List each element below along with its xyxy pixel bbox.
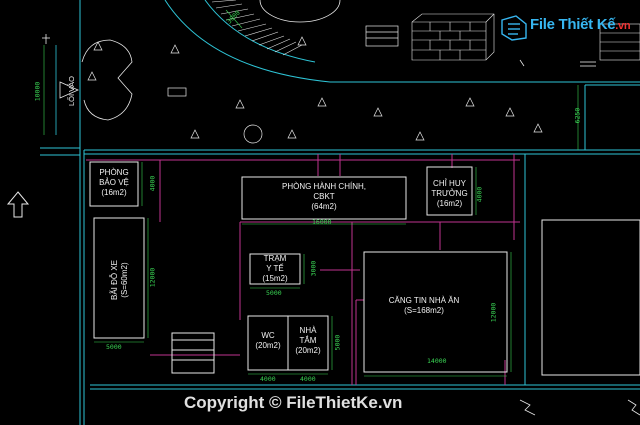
label-bath: NHÀ TẮM (20m2) — [295, 326, 321, 355]
dim-4000-bath: 4000 — [300, 375, 316, 383]
dim-5000-parking: 5000 — [106, 343, 122, 351]
label-guard-room: PHÒNG BẢO VỆ (16m2) — [99, 168, 129, 197]
label-wc: WC (20m2) — [255, 331, 281, 350]
dim-3000-medical: 3000 — [309, 260, 318, 277]
dim-16000: 16000 — [312, 218, 332, 226]
brick-block-1 — [411, 13, 495, 61]
label-parking: BÃI ĐỖ XE (S=60m2) — [110, 260, 129, 301]
break-lines — [42, 34, 640, 416]
dim-4000-guard: 4000 — [148, 175, 157, 192]
logo-suffix: .vn — [615, 20, 631, 32]
label-entrance: LỐI VÀO — [67, 76, 76, 107]
label-admin-room: PHÒNG HÀNH CHÍNH, CBKT (64m2) — [281, 182, 366, 211]
logo-text: File Thiết Kế.vn — [530, 16, 631, 33]
dim-10000: 10000 — [33, 81, 42, 102]
dim-5000-bath: 5000 — [333, 334, 342, 351]
trees — [87, 36, 543, 144]
copyright-watermark: Copyright © FileThietKe.vn — [184, 393, 403, 412]
label-medical: TRẠM Y TẾ (15m2) — [262, 254, 288, 283]
dim-12000-canteen: 12000 — [489, 302, 498, 323]
ramp-hatch — [211, 0, 303, 56]
dim-4000-wc: 4000 — [260, 375, 276, 383]
fountain — [259, 0, 341, 23]
dim-12000-parking: 12000 — [148, 267, 157, 288]
logo-main-text: File Thiết Kế — [530, 16, 616, 33]
label-commander-room: CHỈ HUY TRƯỞNG (16m2) — [431, 179, 468, 208]
north-arrow-icon — [6, 191, 30, 218]
water-tank-top — [365, 25, 399, 47]
dim-14000: 14000 — [427, 357, 447, 365]
cad-drawing-canvas[interactable] — [0, 0, 640, 425]
label-canteen: CĂNG TIN NHÀ ĂN (S=168m2) — [388, 296, 460, 315]
dim-6250: 6250 — [573, 107, 582, 124]
dim-5000-medical: 5000 — [266, 289, 282, 297]
water-tank — [171, 332, 215, 374]
dim-4000-commander: 4000 — [475, 186, 484, 203]
